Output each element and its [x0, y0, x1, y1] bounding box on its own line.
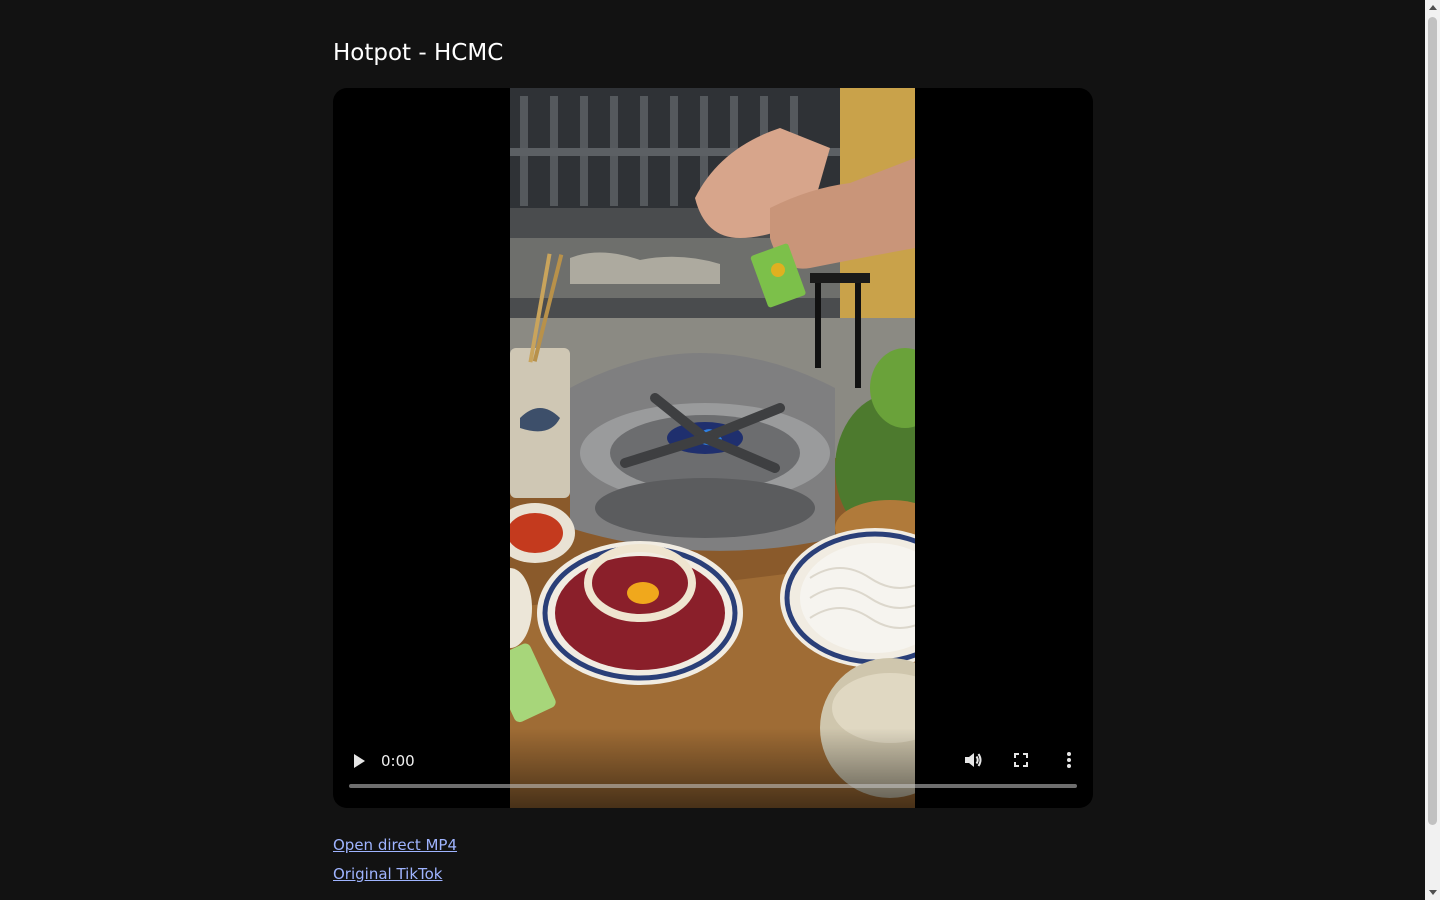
more-options-button[interactable]	[1057, 748, 1081, 772]
vertical-scrollbar[interactable]	[1425, 0, 1440, 900]
more-vertical-icon	[1067, 752, 1071, 768]
current-time: 0:00	[381, 752, 415, 770]
page-title: Hotpot - HCMC	[333, 40, 504, 66]
play-button[interactable]	[347, 750, 369, 772]
scroll-up-icon[interactable]	[1429, 5, 1437, 10]
volume-button[interactable]	[961, 748, 985, 772]
video-player[interactable]: 0:00	[333, 88, 1093, 808]
scroll-thumb[interactable]	[1428, 17, 1437, 825]
progress-bar[interactable]	[349, 784, 1077, 788]
video-frame[interactable]	[510, 88, 915, 808]
open-direct-mp4-link[interactable]: Open direct MP4	[333, 836, 457, 854]
original-tiktok-link[interactable]: Original TikTok	[333, 865, 443, 883]
play-icon	[354, 754, 365, 768]
fullscreen-icon	[1014, 753, 1028, 767]
scroll-down-icon[interactable]	[1429, 890, 1437, 895]
volume-icon	[965, 753, 982, 767]
video-still-image	[510, 88, 915, 808]
fullscreen-button[interactable]	[1009, 748, 1033, 772]
